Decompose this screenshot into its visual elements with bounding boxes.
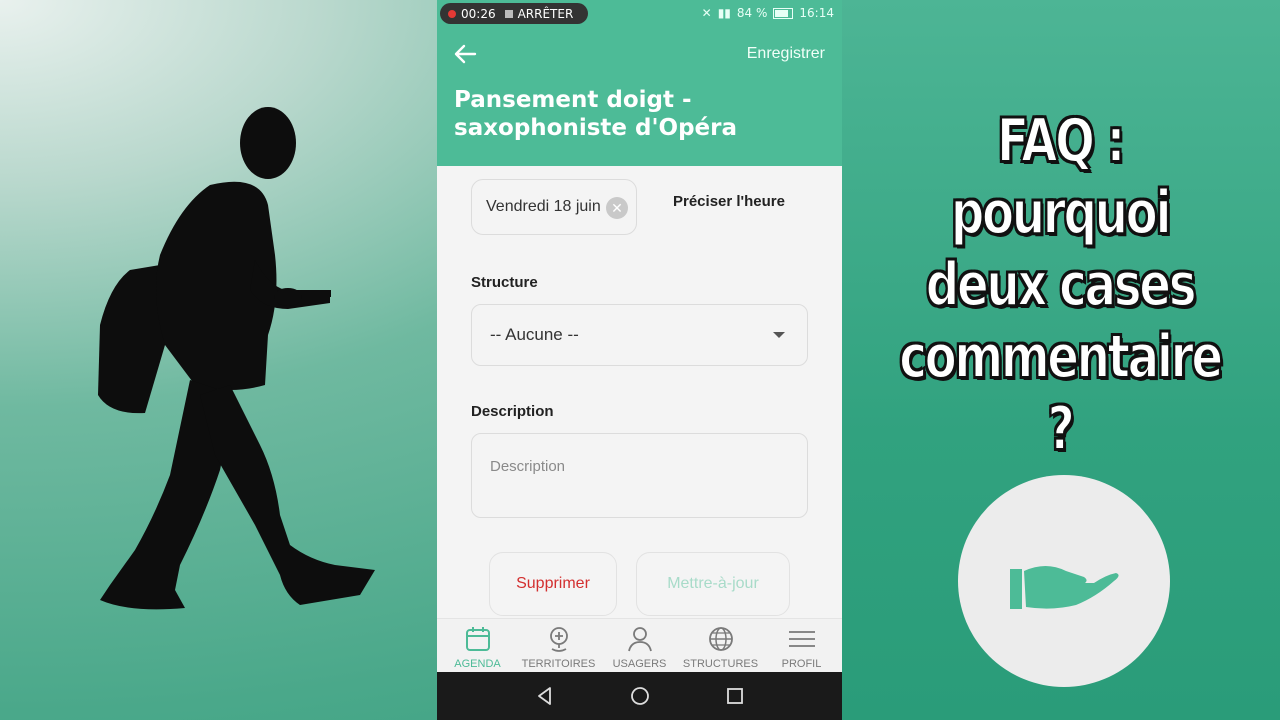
signal-icon: ▮▮ [717, 6, 731, 20]
structure-label: Structure [471, 274, 538, 291]
home-circle-icon[interactable] [629, 685, 651, 707]
back-arrow-icon[interactable] [451, 40, 479, 68]
nav-label-structures: STRUCTURES [682, 658, 759, 670]
nav-label-territoires: TERRITOIRES [521, 658, 596, 670]
battery-percent: 84 % [736, 6, 768, 20]
helping-hand-icon [1010, 566, 1119, 609]
nav-label-profil: PROFIL [781, 658, 822, 670]
app-header: Enregistrer Pansement doigt - saxophonis… [437, 28, 842, 166]
description-label: Description [471, 403, 554, 420]
calendar-icon [465, 627, 490, 651]
back-triangle-icon[interactable] [534, 685, 556, 707]
faq-overlay-text: FAQ : pourquoi deux cases commentaire ? [893, 105, 1227, 465]
clear-date-icon[interactable]: ✕ [606, 197, 628, 219]
description-field[interactable]: Description [471, 433, 808, 518]
delete-button[interactable]: Supprimer [489, 552, 617, 616]
logo-circle [958, 475, 1170, 687]
nav-item-profil[interactable]: PROFIL [761, 619, 842, 672]
form-content: Vendredi 18 juin ✕ Préciser l'heure Stru… [437, 166, 842, 618]
walking-person-silhouette [98, 107, 375, 610]
globe-icon [708, 627, 733, 651]
set-time-link[interactable]: Préciser l'heure [673, 193, 785, 210]
battery-icon [773, 7, 794, 19]
page-title: Pansement doigt - saxophoniste d'Opéra [454, 87, 738, 141]
nav-label-usagers: USAGERS [612, 658, 667, 670]
recording-time: 00:26 [461, 6, 496, 21]
nav-label-agenda: AGENDA [454, 658, 501, 670]
screen-recording-pill[interactable]: 00:26 ARRÊTER [440, 3, 588, 24]
save-button[interactable]: Enregistrer [747, 45, 825, 63]
menu-icon [788, 631, 815, 647]
bottom-navigation: AGENDA TERRITOIRES USAGERS STRUCTURES PR… [437, 618, 842, 672]
nav-item-usagers[interactable]: USAGERS [599, 619, 680, 672]
status-bar: 00:26 ARRÊTER ✕ ▮▮ 84 % 16:14 [437, 0, 842, 28]
android-navigation-bar [437, 672, 842, 720]
recording-dot-icon [448, 9, 456, 18]
structure-select[interactable]: -- Aucune -- [471, 304, 808, 366]
clock: 16:14 [799, 6, 834, 20]
faq-line: deux cases [925, 249, 1197, 321]
stop-icon [504, 9, 513, 18]
map-pin-icon [549, 627, 568, 652]
nav-item-agenda[interactable]: AGENDA [437, 619, 518, 672]
faq-line: ? [1047, 393, 1076, 465]
stop-recording-label: ARRÊTER [517, 6, 574, 21]
mute-icon: ✕ [701, 6, 712, 20]
date-chip-label: Vendredi 18 juin [486, 198, 601, 215]
phone-screen: 00:26 ARRÊTER ✕ ▮▮ 84 % 16:14 Enregistre… [437, 0, 842, 720]
recents-square-icon[interactable] [724, 685, 746, 707]
structure-selected-value: -- Aucune -- [490, 325, 579, 344]
dropdown-arrow-icon [773, 332, 785, 338]
nav-item-structures[interactable]: STRUCTURES [680, 619, 761, 672]
user-icon [627, 627, 652, 652]
faq-line: commentaire [898, 321, 1223, 393]
faq-line: FAQ : pourquoi [950, 105, 1172, 249]
date-chip[interactable]: Vendredi 18 juin ✕ [471, 179, 637, 235]
status-indicators: ✕ ▮▮ 84 % 16:14 [702, 6, 834, 20]
update-button[interactable]: Mettre-à-jour [636, 552, 790, 616]
nav-item-territoires[interactable]: TERRITOIRES [518, 619, 599, 672]
